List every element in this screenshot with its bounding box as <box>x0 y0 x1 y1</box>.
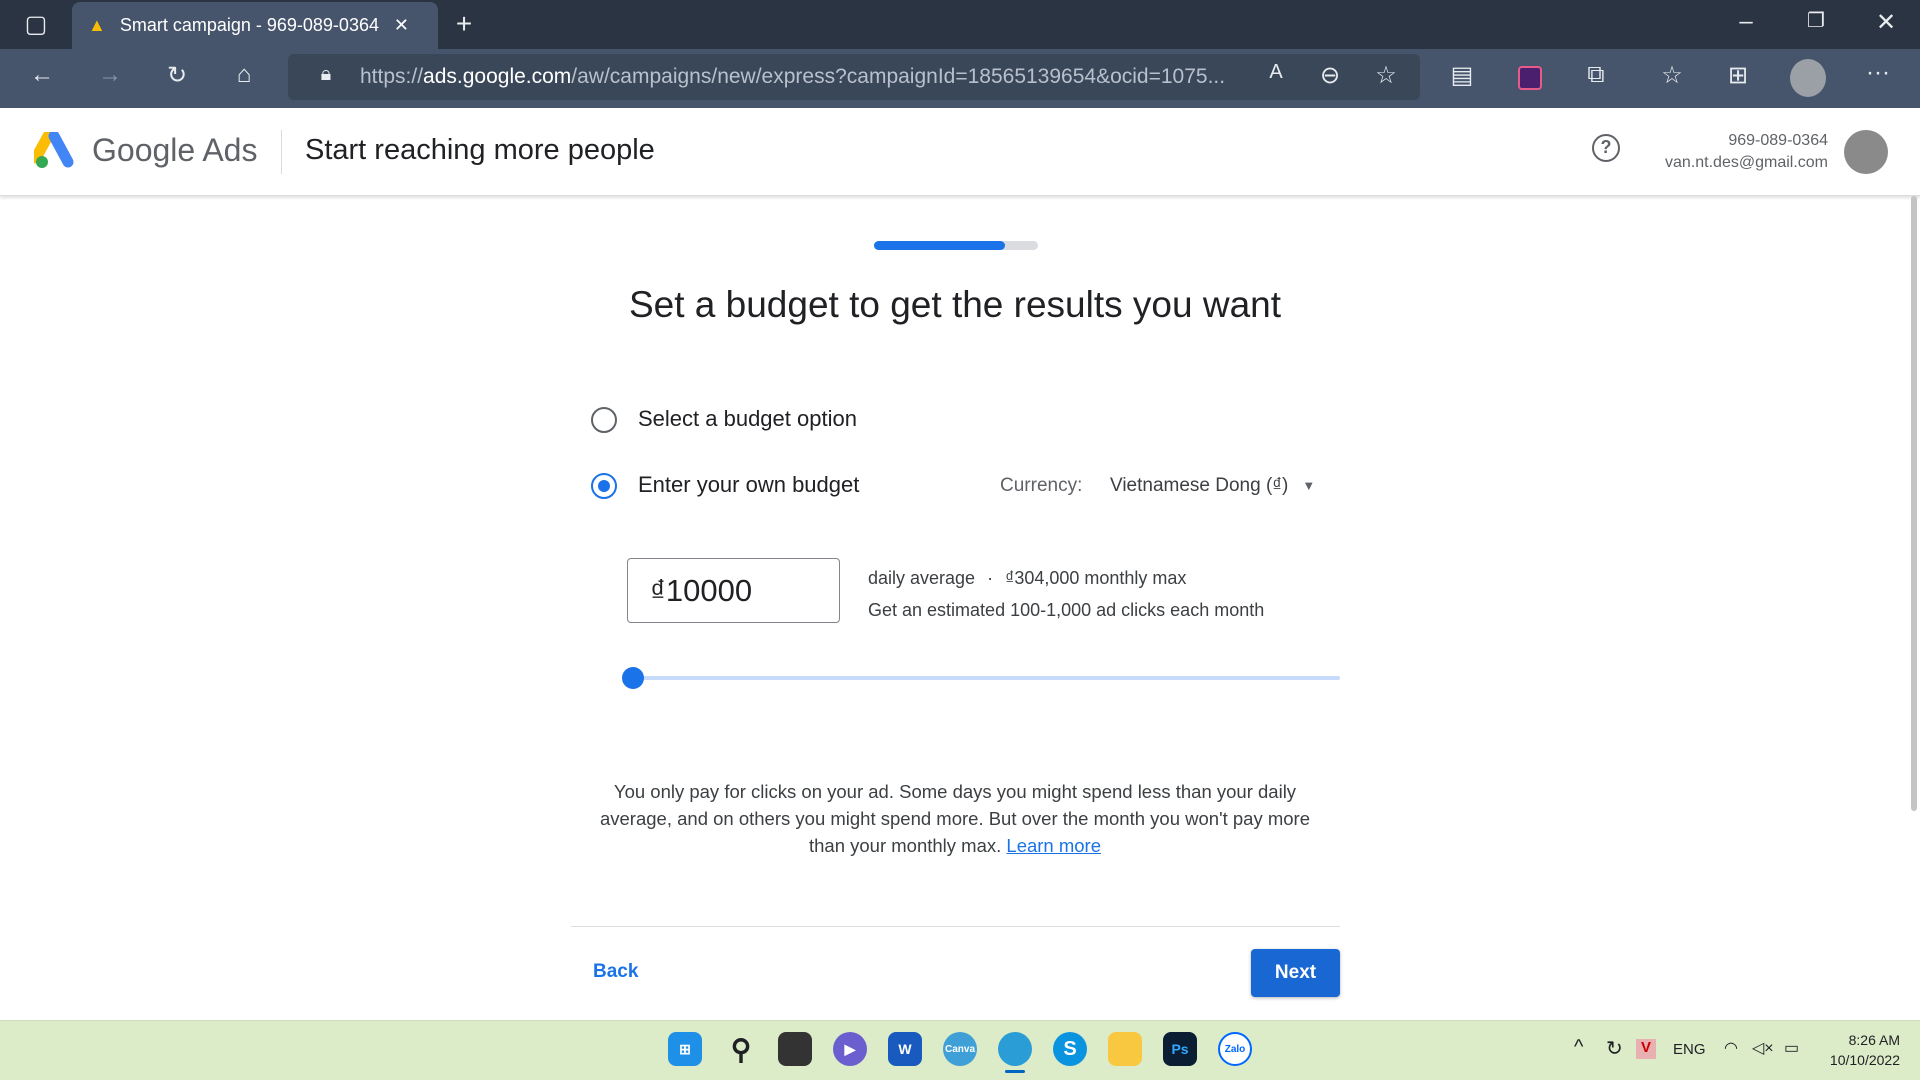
forward-icon[interactable]: → <box>92 61 128 89</box>
time: 8:26 AM <box>1848 1032 1900 1048</box>
canva-icon[interactable]: Canva <box>943 1032 977 1066</box>
zoom-out-icon[interactable]: ⊖ <box>1312 61 1348 90</box>
edge-icon[interactable] <box>998 1032 1032 1066</box>
language-indicator[interactable]: ENG <box>1673 1041 1706 1058</box>
tab-bar: ▢ ▲ Smart campaign - 969-089-0364 ✕ + – … <box>0 0 1920 49</box>
brand-name: Google Ads <box>92 132 258 168</box>
progress-bar <box>874 241 1038 250</box>
currency-value: Vietnamese Dong (₫) <box>1110 475 1289 496</box>
budget-summary: daily average · ₫304,000 monthly max <box>868 568 1186 589</box>
profile-avatar[interactable] <box>1790 59 1826 97</box>
file-explorer-icon[interactable] <box>1108 1032 1142 1066</box>
back-icon[interactable]: ← <box>24 61 60 89</box>
new-tab-icon[interactable]: + <box>446 8 482 40</box>
volume-muted-icon[interactable]: ◁× <box>1752 1038 1774 1058</box>
learn-more-link[interactable]: Learn more <box>1006 835 1101 856</box>
minimize-icon[interactable]: – <box>1728 8 1764 36</box>
url-domain: ads.google.com <box>423 65 572 88</box>
date: 10/10/2022 <box>1829 1052 1900 1068</box>
browser-tab[interactable]: ▲ Smart campaign - 969-089-0364 ✕ <box>72 2 438 49</box>
collections-icon[interactable]: ⊞ <box>1720 61 1756 90</box>
address-bar[interactable]: 🔒︎ https://ads.google.com/aw/campaigns/n… <box>288 54 1420 100</box>
extension-printer-icon[interactable]: ▤ <box>1444 61 1480 90</box>
active-app-indicator <box>1005 1070 1025 1073</box>
header-divider <box>281 130 282 174</box>
heading: Set a budget to get the results you want <box>628 284 1282 325</box>
word-icon[interactable]: W <box>888 1032 922 1066</box>
radio-own-budget[interactable] <box>591 473 617 499</box>
monthly-max: ₫304,000 monthly max <box>1005 568 1187 588</box>
daily-average-label: daily average <box>868 568 976 588</box>
search-icon[interactable]: ⚲ <box>724 1032 758 1066</box>
dropdown-arrow-icon: ▼ <box>1302 478 1316 493</box>
google-ads-favicon-icon: ▲ <box>88 15 106 35</box>
page-title: Start reaching more people <box>305 134 655 166</box>
sync-icon[interactable]: ↻ <box>1606 1036 1623 1061</box>
billing-note: You only pay for clicks on your ad. Some… <box>585 778 1325 859</box>
account-id: 969-089-0364 <box>1728 132 1828 149</box>
more-icon[interactable]: ··· <box>1860 59 1896 87</box>
browser-toolbar: ← → ↻ ⌂ 🔒︎ https://ads.google.com/aw/cam… <box>0 49 1920 108</box>
photoshop-icon[interactable]: Ps <box>1163 1032 1197 1066</box>
label-budget-option[interactable]: Select a budget option <box>638 406 857 432</box>
reload-icon[interactable]: ↻ <box>159 61 195 90</box>
ads-header: Google Ads Start reaching more people ? … <box>0 108 1920 196</box>
restore-icon[interactable]: ❐ <box>1798 8 1834 33</box>
account-avatar[interactable] <box>1844 130 1888 174</box>
close-window-icon[interactable]: ✕ <box>1868 8 1904 37</box>
note-text: You only pay for clicks on your ad. Some… <box>599 781 1311 856</box>
show-hidden-icons[interactable]: ^ <box>1574 1036 1583 1059</box>
slider-thumb[interactable] <box>622 667 644 689</box>
antivirus-icon[interactable]: V <box>1636 1039 1656 1059</box>
radio-budget-option[interactable] <box>591 407 617 433</box>
favorites-icon[interactable]: ☆ <box>1654 61 1690 90</box>
currency-select[interactable]: Vietnamese Dong (₫) ▼ <box>1110 475 1315 497</box>
extensions-icon[interactable]: ⧉ <box>1578 61 1614 89</box>
task-view-icon[interactable] <box>778 1032 812 1066</box>
budget-slider[interactable] <box>622 667 1340 689</box>
separator: · <box>987 568 994 588</box>
currency-label: Currency: <box>1000 475 1083 496</box>
battery-icon[interactable]: ▭ <box>1784 1038 1799 1058</box>
click-estimate: Get an estimated 100-1,000 ad clicks eac… <box>868 600 1265 620</box>
lock-icon: 🔒︎ <box>320 63 332 85</box>
url-prefix: https:// <box>360 65 424 88</box>
zalo-icon[interactable]: Zalo <box>1218 1032 1252 1066</box>
wifi-icon[interactable]: ◠ <box>1724 1038 1738 1058</box>
tab-actions-icon[interactable]: ▢ <box>18 10 54 39</box>
close-tab-icon[interactable]: ✕ <box>394 15 409 36</box>
account-info[interactable]: 969-089-0364 van.nt.des@gmail.com <box>1665 130 1828 174</box>
url-path: /aw/campaigns/new/express?campaignId=185… <box>571 65 1226 88</box>
scrollbar[interactable] <box>1911 196 1917 811</box>
start-icon[interactable]: ⊞ <box>668 1032 702 1066</box>
progress-fill <box>874 241 1006 250</box>
read-aloud-icon[interactable]: A <box>1258 61 1294 84</box>
skype-icon[interactable]: S <box>1053 1032 1087 1066</box>
label-own-budget[interactable]: Enter your own budget <box>638 472 859 498</box>
footer-divider <box>571 926 1340 927</box>
next-button[interactable]: Next <box>1251 949 1340 997</box>
teams-icon[interactable]: ▶ <box>833 1032 867 1066</box>
add-favorite-icon[interactable]: ☆ <box>1368 61 1404 90</box>
back-button[interactable]: Back <box>593 961 638 983</box>
tab-title: Smart campaign - 969-089-0364 <box>119 15 379 35</box>
extension-analytics-icon[interactable] <box>1518 66 1542 90</box>
budget-input[interactable]: ₫10000 <box>627 558 840 623</box>
help-icon[interactable]: ? <box>1592 134 1620 162</box>
home-icon[interactable]: ⌂ <box>226 61 262 89</box>
clock[interactable]: 8:26 AM 10/10/2022 <box>1820 1030 1900 1070</box>
google-ads-logo-icon <box>34 132 74 168</box>
account-email: van.nt.des@gmail.com <box>1665 154 1828 171</box>
